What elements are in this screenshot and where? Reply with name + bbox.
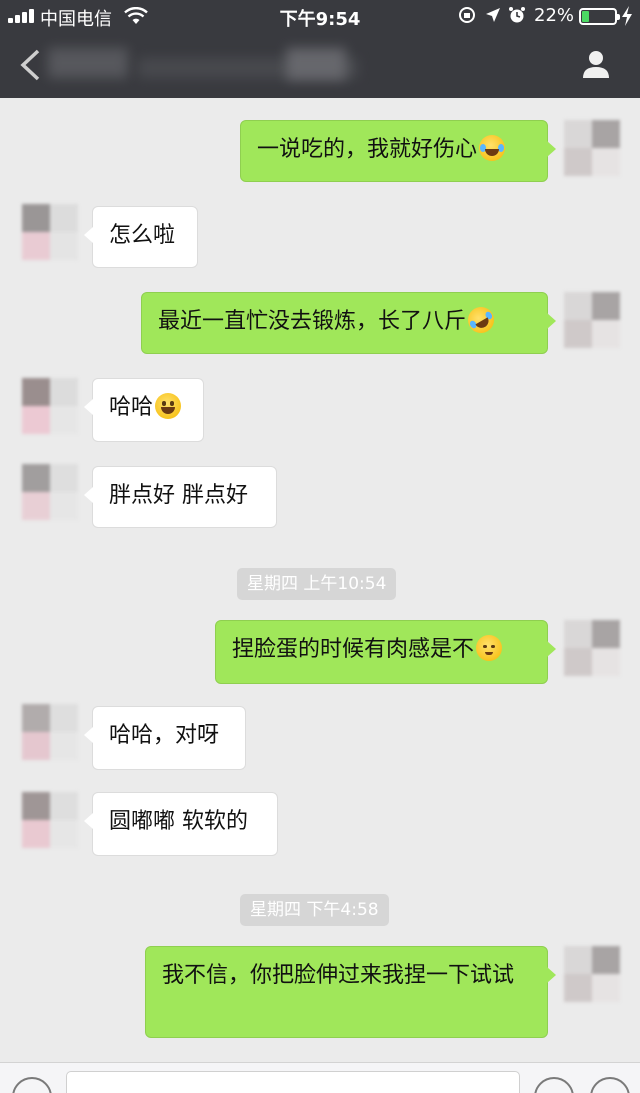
- charging-icon: [622, 6, 632, 26]
- message-text: 怎么啦: [109, 223, 176, 248]
- message-bubble-outgoing[interactable]: 一说吃的，我就好伤心: [240, 120, 556, 182]
- voice-icon[interactable]: [12, 1077, 52, 1093]
- my-avatar[interactable]: [564, 620, 620, 676]
- plus-icon[interactable]: [590, 1077, 630, 1093]
- back-chevron-icon[interactable]: [18, 48, 42, 82]
- rolling-laugh-emoji-icon: [463, 302, 499, 338]
- status-bar: 中国电信 下午9:54 22%: [0, 0, 640, 32]
- grin-emoji-icon: [155, 393, 182, 419]
- my-avatar[interactable]: [564, 120, 620, 176]
- contact-avatar[interactable]: [22, 464, 78, 520]
- message-bubble-incoming[interactable]: 哈哈: [84, 378, 204, 442]
- alarm-icon: [509, 7, 525, 23]
- message-text: 最近一直忙没去锻炼，长了八斤: [158, 309, 467, 334]
- message-text: 哈哈，对呀: [109, 723, 220, 748]
- timestamp: 星期四 下午4:58: [240, 894, 389, 926]
- chat-header: [0, 32, 640, 98]
- my-avatar[interactable]: [564, 292, 620, 348]
- timestamp: 星期四 上午10:54: [237, 568, 397, 600]
- chat-screen: 中国电信 下午9:54 22% 一说吃的，我就好伤心 怎么啦 最近一直忙没去锻炼…: [0, 0, 640, 1093]
- message-text: 胖点好 胖点好: [109, 483, 248, 508]
- message-text: 哈哈: [109, 395, 154, 420]
- message-text: 我不信，你把脸伸过来我捏一下试试: [162, 963, 515, 988]
- person-icon[interactable]: [580, 48, 612, 80]
- message-input[interactable]: [66, 1071, 520, 1093]
- blurred-contact-name: [48, 48, 128, 78]
- contact-avatar[interactable]: [22, 378, 78, 434]
- message-bubble-outgoing[interactable]: 我不信，你把脸伸过来我捏一下试试: [145, 946, 556, 1038]
- contact-avatar[interactable]: [22, 792, 78, 848]
- blush-emoji-icon: [476, 635, 503, 661]
- my-avatar[interactable]: [564, 946, 620, 1002]
- message-bubble-outgoing[interactable]: 捏脸蛋的时候有肉感是不: [215, 620, 556, 684]
- message-bubble-outgoing[interactable]: 最近一直忙没去锻炼，长了八斤: [141, 292, 556, 354]
- contact-avatar[interactable]: [22, 704, 78, 760]
- message-bubble-incoming[interactable]: 哈哈，对呀: [84, 706, 246, 770]
- message-bubble-incoming[interactable]: 圆嘟嘟 软软的: [84, 792, 278, 856]
- battery-percentage: 22%: [534, 5, 575, 26]
- battery-icon: [579, 8, 620, 25]
- blurred-contact-name: [286, 48, 346, 80]
- contact-avatar[interactable]: [22, 204, 78, 260]
- location-icon: [486, 8, 500, 22]
- rotation-lock-icon: [459, 7, 475, 23]
- message-text: 捏脸蛋的时候有肉感是不: [232, 637, 475, 662]
- message-bubble-incoming[interactable]: 胖点好 胖点好: [84, 466, 277, 528]
- battery-fill: [582, 11, 590, 22]
- message-input-bar: [0, 1062, 640, 1093]
- emoji-picker-icon[interactable]: [534, 1077, 574, 1093]
- message-text: 圆嘟嘟 软软的: [109, 809, 248, 834]
- laugh-cry-emoji-icon: [479, 135, 506, 161]
- message-text: 一说吃的，我就好伤心: [257, 137, 478, 162]
- message-bubble-incoming[interactable]: 怎么啦: [84, 206, 198, 268]
